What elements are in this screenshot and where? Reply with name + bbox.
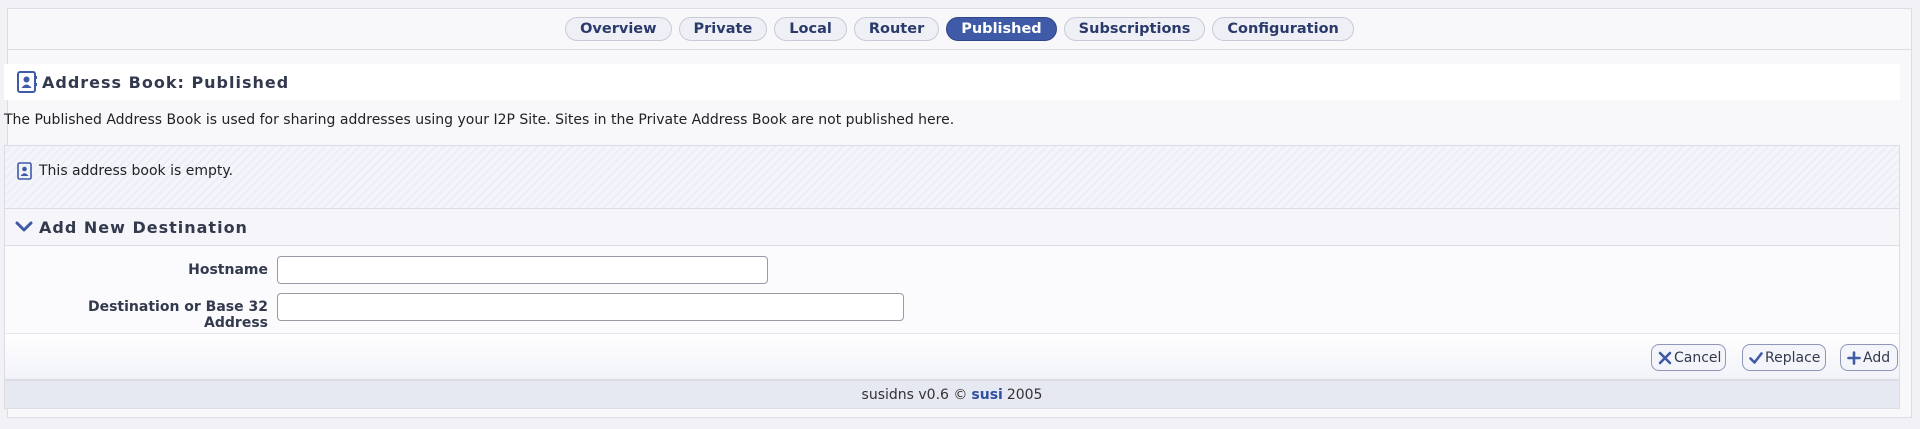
cancel-label: Cancel [1674,349,1722,366]
tab-overview[interactable]: Overview [565,17,672,41]
checkmark-icon [1749,351,1763,365]
hostname-label: Hostname [188,262,268,278]
chevron-down-icon[interactable] [15,220,33,234]
destination-label: Destination or Base 32 Address [87,299,268,331]
button-row [4,333,1900,380]
address-book-icon [16,71,38,93]
tab-published[interactable]: Published [946,17,1057,41]
add-destination-title: Add New Destination [39,217,248,237]
add-label: Add [1863,349,1891,366]
page-footer: susidns v0.6 © susi 2005 [4,380,1900,409]
close-icon [1658,351,1672,365]
tab-private[interactable]: Private [678,17,768,41]
page-description: The Published Address Book is used for s… [4,112,955,128]
replace-button[interactable]: Replace [1742,344,1826,371]
empty-message: This address book is empty. [39,163,234,179]
cancel-button[interactable]: Cancel [1651,344,1726,371]
replace-label: Replace [1765,349,1821,366]
tab-local[interactable]: Local [774,17,847,41]
add-button[interactable]: Add [1840,344,1898,371]
hostname-input[interactable] [277,256,768,284]
top-navigation: Overview Private Local Router Published … [8,9,1911,50]
tab-router[interactable]: Router [853,17,940,41]
page-title: Address Book: Published [42,72,290,92]
address-book-icon [17,162,33,180]
footer-susi-link[interactable]: susi [971,387,1002,403]
footer-year: 2005 [1006,386,1043,403]
tab-configuration[interactable]: Configuration [1212,17,1354,41]
tab-subscriptions[interactable]: Subscriptions [1063,17,1206,41]
page-header: Address Book: Published [4,64,1900,100]
empty-notice-box [4,145,1900,208]
destination-input[interactable] [277,293,904,321]
plus-icon [1847,350,1861,365]
add-destination-header[interactable]: Add New Destination [4,208,1900,246]
empty-notice: This address book is empty. [17,162,233,180]
footer-prefix: susidns v0.6 © [861,386,968,403]
